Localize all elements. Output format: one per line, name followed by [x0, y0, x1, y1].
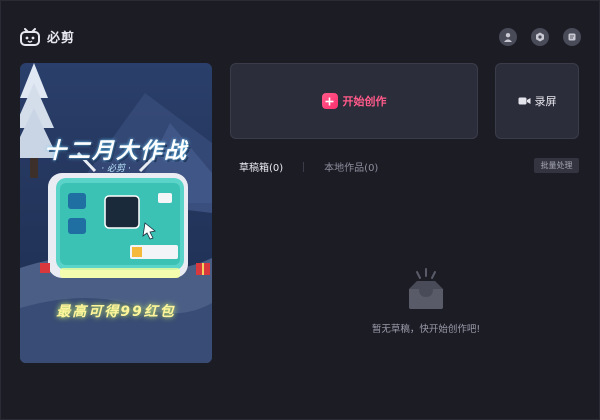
start-create-button[interactable]: 开始创作 [230, 63, 478, 139]
banner-footer: 最高可得99红包 [56, 304, 176, 320]
plus-icon [321, 93, 338, 109]
message-icon[interactable] [563, 28, 581, 46]
app-window: 必剪 十二月大作战 · 必剪 · 最高可得99红包 开始创作 录屏 草稿箱(0)… [0, 0, 600, 420]
works-tabs: 草稿箱(0) 本地作品(0) [239, 159, 378, 174]
empty-state-message: 暂无草稿，快开始创作吧! [371, 324, 481, 335]
banner-subtitle: · 必剪 · [101, 164, 131, 174]
tab-local-works[interactable]: 本地作品(0) [324, 159, 378, 174]
empty-inbox-icon [405, 267, 447, 315]
app-title: 必剪 [47, 31, 76, 46]
user-icon[interactable] [499, 28, 517, 46]
tab-drafts[interactable]: 草稿箱(0) [239, 159, 283, 174]
promo-banner[interactable]: 十二月大作战 · 必剪 · 最高可得99红包 [20, 63, 212, 363]
app-logo: 必剪 [19, 27, 75, 46]
title-bar: 必剪 [1, 1, 600, 47]
batch-process-button[interactable]: 批量处理 [534, 158, 579, 173]
video-camera-icon [518, 97, 530, 105]
screen-record-label: 录屏 [534, 95, 557, 108]
screen-record-button[interactable]: 录屏 [495, 63, 579, 139]
start-create-label: 开始创作 [342, 95, 387, 108]
header-actions [499, 28, 581, 46]
settings-icon[interactable] [531, 28, 549, 46]
bilibili-tv-icon [20, 27, 40, 46]
tab-divider [303, 161, 305, 172]
